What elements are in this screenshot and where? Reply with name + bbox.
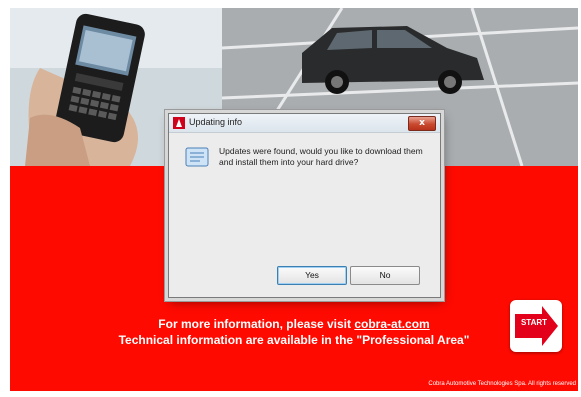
close-icon: x	[419, 118, 425, 128]
website-link[interactable]: cobra-at.com	[354, 317, 429, 331]
info-line-2: Technical information are available in t…	[118, 333, 470, 347]
no-button[interactable]: No	[350, 266, 420, 285]
copyright: Cobra Automotive Technologies Spa. All r…	[428, 381, 576, 387]
dialog-message: Updates were found, would you like to do…	[219, 146, 423, 167]
yes-button[interactable]: Yes	[277, 266, 347, 285]
info-line-1: For more information, please visit cobra…	[10, 317, 578, 331]
dialog-title: Updating info	[189, 117, 243, 127]
update-dialog: Updating info x Updates were found, woul…	[168, 113, 441, 298]
message-icon	[185, 147, 209, 167]
app-window: Updating info x Updates were found, woul…	[10, 8, 578, 391]
app-icon	[173, 117, 185, 129]
start-label: START	[520, 318, 548, 327]
info-prefix: For more information, please visit	[158, 317, 355, 331]
dialog-titlebar[interactable]: Updating info x	[169, 114, 440, 133]
close-button[interactable]: x	[408, 116, 436, 131]
start-button[interactable]: START	[510, 300, 562, 352]
